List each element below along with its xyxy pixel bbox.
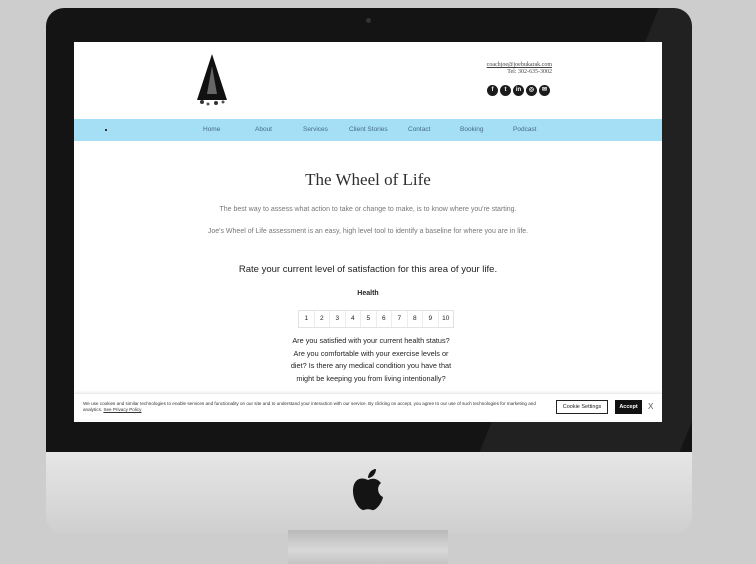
cookie-banner: We use cookies and similar technologies … <box>74 394 662 420</box>
email-icon[interactable]: ✉ <box>539 85 550 96</box>
page-title: The Wheel of Life <box>305 170 431 189</box>
facebook-icon[interactable]: f <box>487 85 498 96</box>
rating-option-7[interactable]: 7 <box>392 311 408 327</box>
intro-text-2: Joe's Wheel of Life assessment is an eas… <box>207 228 529 235</box>
instagram-icon[interactable]: ◎ <box>526 85 537 96</box>
nav-booking[interactable]: Booking <box>460 126 484 133</box>
nav-about[interactable]: About <box>255 126 272 133</box>
contact-info: coachjoe@joebukarak.com Tel: 302-635-300… <box>487 62 552 76</box>
intro-text-1: The best way to assess what action to ta… <box>219 206 517 213</box>
social-links: f t in ◎ ✉ <box>487 85 550 96</box>
web-page: coachjoe@joebukarak.com Tel: 302-635-300… <box>74 42 662 422</box>
logo-icon[interactable] <box>196 54 228 106</box>
rate-prompt: Rate your current level of satisfaction … <box>238 264 498 275</box>
nav-services[interactable]: Services <box>303 126 328 133</box>
rating-option-2[interactable]: 2 <box>315 311 330 327</box>
nav-contact[interactable]: Contact <box>408 126 430 133</box>
camera <box>366 18 371 23</box>
linkedin-icon[interactable]: in <box>513 85 524 96</box>
nav-client-stories[interactable]: Client Stories <box>349 126 388 133</box>
monitor-stand <box>288 530 448 564</box>
accept-button[interactable]: Accept <box>615 400 642 414</box>
cookie-message: We use cookies and similar technologies … <box>83 401 536 412</box>
rating-option-9[interactable]: 9 <box>423 311 439 327</box>
twitter-icon[interactable]: t <box>500 85 511 96</box>
assessment-question: Are you satisfied with your current heal… <box>290 336 452 383</box>
apple-logo-icon <box>353 469 383 511</box>
nav-dot <box>105 129 107 131</box>
email-link[interactable]: coachjoe@joebukarak.com <box>487 62 552 69</box>
rating-option-3[interactable]: 3 <box>330 311 346 327</box>
close-icon[interactable]: X <box>648 400 653 414</box>
rating-option-10[interactable]: 10 <box>439 311 454 327</box>
nav-bar: Home About Services Client Stories Conta… <box>74 119 662 141</box>
privacy-policy-link[interactable]: See Privacy Policy <box>103 407 141 412</box>
cookie-settings-button[interactable]: Cookie Settings <box>556 400 608 414</box>
rating-option-8[interactable]: 8 <box>408 311 423 327</box>
phone-number: Tel: 302-635-3002 <box>507 69 552 75</box>
category-label: Health <box>357 290 379 297</box>
nav-home[interactable]: Home <box>203 126 220 133</box>
cookie-text: We use cookies and similar technologies … <box>83 401 538 413</box>
rating-option-4[interactable]: 4 <box>346 311 361 327</box>
nav-podcast[interactable]: Podcast <box>513 126 537 133</box>
rating-option-1[interactable]: 1 <box>299 311 315 327</box>
rating-option-6[interactable]: 6 <box>377 311 392 327</box>
rating-scale: 1 2 3 4 5 6 7 8 9 10 <box>298 310 454 328</box>
rating-option-5[interactable]: 5 <box>361 311 377 327</box>
